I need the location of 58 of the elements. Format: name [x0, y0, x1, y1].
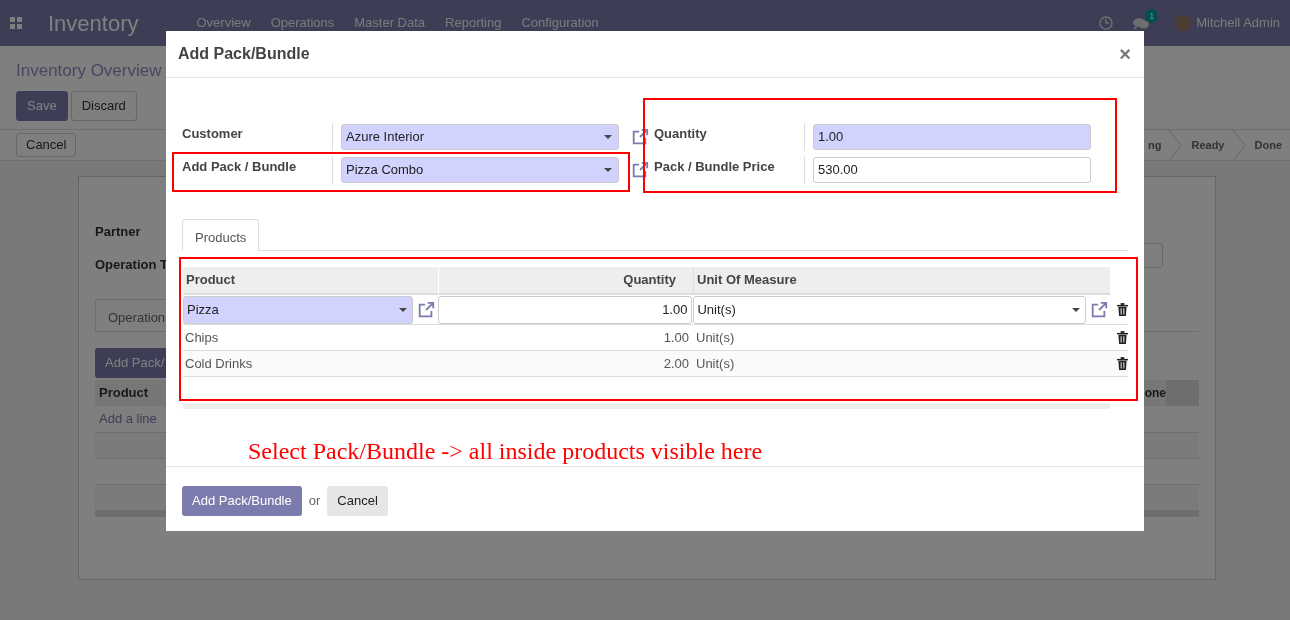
discard-button[interactable]: Discard	[70, 90, 137, 121]
dropdown-field[interactable]: Azure Interior	[341, 124, 619, 150]
breadcrumb[interactable]: Inventory Overview	[16, 58, 162, 84]
column-header: Product	[98, 384, 149, 403]
column-header: one	[1144, 385, 1166, 402]
caret-icon	[604, 168, 612, 172]
table-cell-text: 2.00	[662, 354, 690, 373]
trash-icon[interactable]	[1117, 303, 1128, 316]
close-button[interactable]: ×	[1119, 44, 1131, 64]
table-cell-text: Unit(s)	[695, 354, 736, 373]
trash-icon[interactable]	[1117, 357, 1128, 370]
status-stage[interactable]: Done	[1254, 136, 1282, 154]
add-pack-button[interactable]: Add Pack/Bundle	[182, 486, 302, 516]
caret-icon	[604, 135, 612, 139]
field-label: Add Pack / Bundle	[182, 158, 298, 176]
clock-icon[interactable]	[1099, 16, 1114, 30]
column-header: Quantity	[438, 267, 693, 295]
add-line-link[interactable]: Add a line	[99, 409, 157, 429]
dropdown-field[interactable]: Unit(s)	[693, 295, 1087, 324]
caret-icon	[1072, 307, 1081, 312]
input-field[interactable]: 1.00	[437, 295, 693, 324]
dropdown-field[interactable]: Pizza Combo	[341, 157, 619, 183]
trash-icon[interactable]	[1117, 331, 1128, 344]
dialog-title: Add Pack/Bundle	[178, 44, 310, 64]
app-title: Inventory	[48, 9, 139, 38]
chevron-icon	[1169, 129, 1182, 161]
notification-badge: 1	[1145, 8, 1159, 23]
dropdown-field[interactable]: Pizza	[183, 295, 413, 324]
annotation-text: Select Pack/Bundle -> all inside products visible here	[248, 437, 764, 466]
table-cell-text: Unit(s)	[695, 328, 736, 347]
tab[interactable]: Products	[182, 219, 260, 251]
external-link-icon[interactable]	[630, 128, 650, 146]
chat-icon[interactable]	[1133, 16, 1150, 30]
table-cell-text: Chips	[184, 328, 220, 347]
status-stage[interactable]: ng	[1148, 136, 1162, 154]
table-cell-text: Cold Drinks	[184, 354, 254, 373]
input-field[interactable]: 1.00	[813, 124, 1091, 150]
field-label: Customer	[182, 125, 244, 143]
chevron-icon	[1232, 129, 1245, 161]
separator-text: or	[308, 492, 321, 511]
avatar	[1175, 15, 1192, 31]
column-header: Product	[183, 267, 438, 295]
status-stage[interactable]: Ready	[1191, 136, 1225, 154]
external-link-icon[interactable]	[416, 300, 436, 319]
external-link-icon[interactable]	[630, 161, 650, 179]
table-cell-text: 1.00	[662, 328, 690, 347]
table-row[interactable]: Cold Drinks 2.00 Unit(s)	[183, 351, 1128, 377]
field-label: Quantity	[654, 125, 708, 143]
external-link-icon[interactable]	[1089, 300, 1110, 319]
column-header: Unit Of Measure	[693, 267, 1110, 295]
input-field[interactable]: 530.00	[813, 157, 1091, 183]
cancel-button[interactable]: Cancel	[16, 133, 77, 157]
caret-icon	[399, 307, 407, 312]
field-label: Pack / Bundle Price	[654, 158, 776, 176]
apps-menu-icon[interactable]	[10, 17, 22, 29]
field-label: Partner	[95, 223, 141, 242]
cancel-button[interactable]: Cancel	[327, 486, 388, 516]
save-button[interactable]: Save	[16, 90, 68, 121]
